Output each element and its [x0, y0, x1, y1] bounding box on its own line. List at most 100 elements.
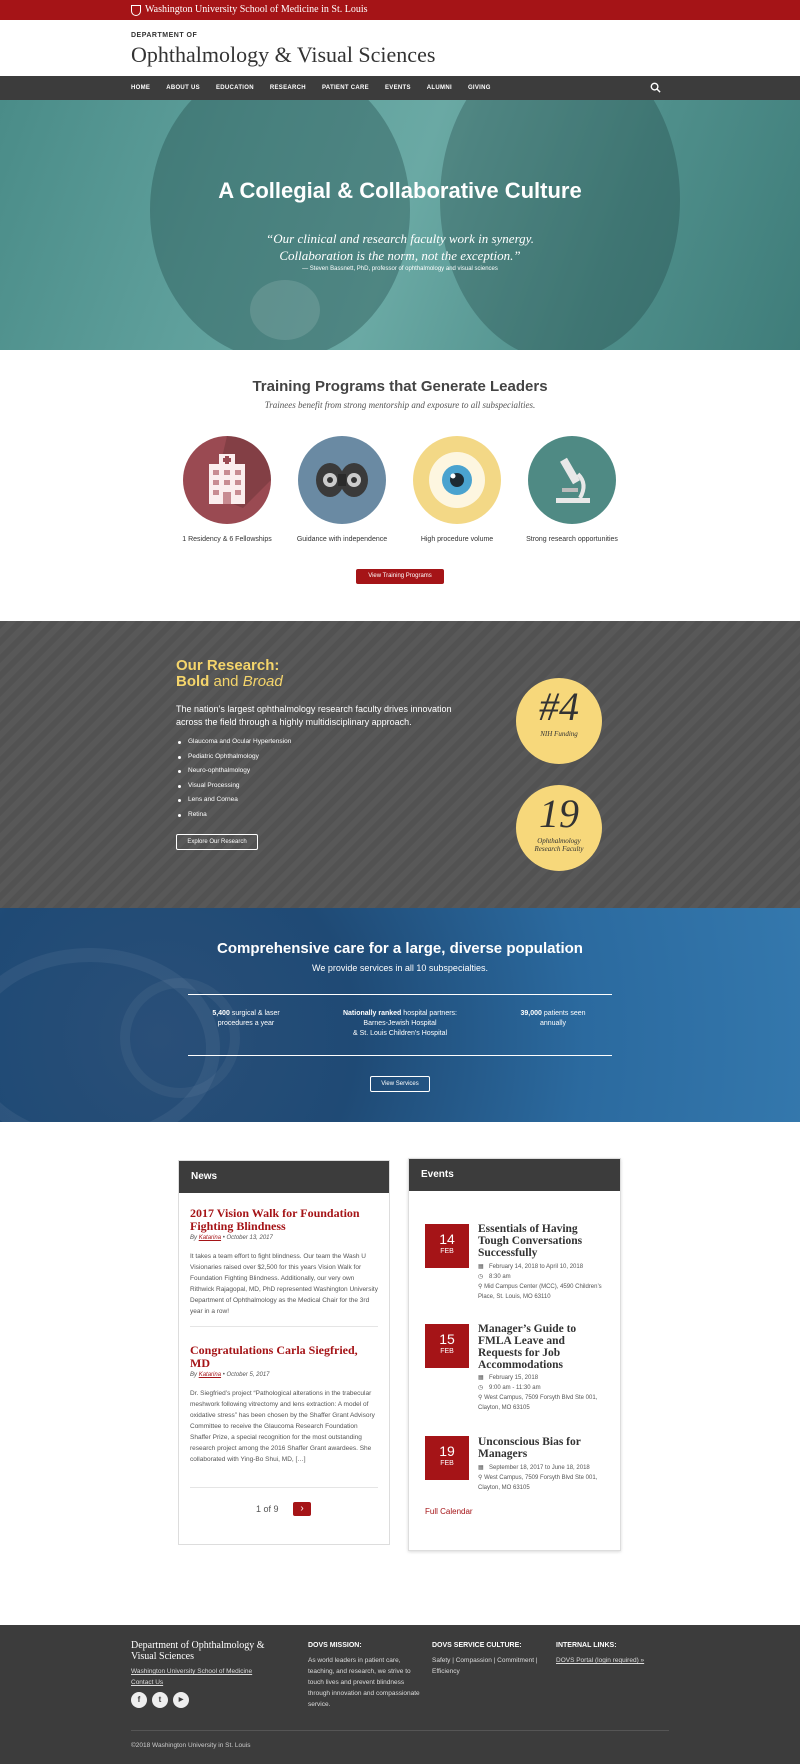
news-post-excerpt: Dr. Siegfried’s project “Pathological al… [190, 1390, 375, 1463]
event-time: 9:00 am - 11:30 am [489, 1385, 541, 1391]
nav-item-alumni[interactable]: ALUMNI [427, 85, 452, 91]
search-icon[interactable] [650, 82, 661, 93]
stat-value: #4 [539, 684, 579, 729]
nav-item-research[interactable]: RESEARCH [270, 85, 306, 91]
school-of-medicine-link[interactable]: Washington University School of Medicine [131, 1668, 252, 1675]
event-location: West Campus, 7509 Forsyth Blvd Ste 001, … [478, 1475, 598, 1491]
site-title[interactable]: Ophthalmology & Visual Sciences [131, 42, 800, 68]
research-section: Our Research: Bold and Broad The nation’… [0, 621, 800, 908]
footer-title: Department of Ophthalmology & Visual Sci… [131, 1640, 265, 1662]
location-icon: ⚲ [478, 1284, 483, 1290]
service-culture-text: Safety | Compassion | Commitment | Effic… [432, 1657, 538, 1675]
footer-title-line: Department of Ophthalmology & [131, 1640, 265, 1651]
research-lead: The nation’s largest ophthalmology resea… [176, 704, 452, 727]
hero-quote-line: “Our clinical and research faculty work … [266, 231, 534, 246]
twitter-icon[interactable]: t [152, 1692, 168, 1708]
list-item: Neuro-ophthalmology [176, 764, 291, 779]
stat-caption: NIH Funding [540, 730, 578, 738]
view-services-button[interactable]: View Services [370, 1076, 430, 1092]
event-date-badge: 19 FEB [425, 1436, 469, 1480]
author-link[interactable]: Katarina [199, 1235, 221, 1241]
service-culture-heading: DOVS SERVICE CULTURE: [432, 1642, 522, 1649]
hero-quote: “Our clinical and research faculty work … [0, 230, 800, 264]
care-stat-hospitals: Nationally ranked hospital partners: Bar… [330, 1009, 470, 1039]
news-post-title[interactable]: Congratulations Carla Siegfried, MD [190, 1344, 380, 1370]
stat-caption: procedures a year [217, 1020, 275, 1027]
stat-value: Nationally ranked [342, 1010, 402, 1017]
event-title[interactable]: Unconscious Bias for Managers [478, 1436, 608, 1460]
stat-value: 5,400 [212, 1010, 230, 1017]
news-post-title[interactable]: 2017 Vision Walk for Foundation Fighting… [190, 1207, 380, 1233]
nav-item-events[interactable]: EVENTS [385, 85, 411, 91]
view-training-programs-button[interactable]: View Training Programs [356, 569, 444, 584]
youtube-icon[interactable]: ▶ [173, 1692, 189, 1708]
patient-care-section: Comprehensive care for a large, diverse … [0, 908, 800, 1122]
university-crest-icon [131, 4, 141, 16]
stat-caption: surgical & laser [231, 1010, 280, 1017]
nav-item-education[interactable]: EDUCATION [216, 85, 254, 91]
events-heading: Events [409, 1159, 620, 1191]
divider [190, 1487, 378, 1488]
list-item: Pediatric Ophthalmology [176, 750, 291, 765]
stat-caption: & St. Louis Children’s Hospital [352, 1030, 448, 1037]
location-icon: ⚲ [478, 1395, 483, 1401]
divider [190, 1326, 378, 1327]
contact-us-link[interactable]: Contact Us [131, 1679, 163, 1686]
research-faculty-badge: 19 Ophthalmology Research Faculty [516, 785, 602, 871]
mission-text: As world leaders in patient care, teachi… [308, 1657, 420, 1708]
news-post-excerpt: It takes a team effort to fight blindnes… [190, 1253, 378, 1315]
calendar-icon: ▦ [478, 1465, 484, 1471]
nav-item-about-us[interactable]: ABOUT US [166, 85, 200, 91]
stat-caption: patients seen [543, 1010, 586, 1017]
event-month: FEB [440, 1248, 454, 1255]
copyright: ©2018 Washington University in St. Louis [131, 1742, 251, 1749]
facebook-icon[interactable]: f [131, 1692, 147, 1708]
binocular-icon [298, 436, 386, 524]
hero-quote-line: Collaboration is the norm, not the excep… [279, 248, 521, 263]
post-date: October 13, 2017 [226, 1235, 273, 1241]
care-stat-patients: 39,000 patients seen annually [503, 1009, 603, 1029]
internal-links-heading: INTERNAL LINKS: [556, 1642, 617, 1649]
stat-caption: Ophthalmology [537, 837, 581, 845]
site-footer: Department of Ophthalmology & Visual Sci… [0, 1625, 800, 1764]
event-dates: February 15, 2018 [489, 1375, 539, 1381]
author-link[interactable]: Katarina [199, 1372, 221, 1378]
news-post-meta: By Katarina • October 13, 2017 [190, 1235, 273, 1241]
training-section: Training Programs that Generate Leaders … [0, 350, 800, 621]
research-areas-list: Glaucoma and Ocular Hypertension Pediatr… [176, 735, 291, 822]
divider [131, 1730, 669, 1731]
event-title[interactable]: Essentials of Having Tough Conversations… [478, 1223, 608, 1259]
footer-title-line: Visual Sciences [131, 1651, 194, 1662]
list-item: Visual Processing [176, 779, 291, 794]
list-item: Retina [176, 808, 291, 823]
department-eyebrow: DEPARTMENT OF [131, 32, 198, 39]
next-page-button[interactable]: › [293, 1502, 311, 1516]
event-month: FEB [440, 1348, 454, 1355]
hero-quote-cite: — Steven Bassnett, PhD, professor of oph… [302, 266, 498, 272]
stat-caption: annually [539, 1020, 567, 1027]
nav-item-giving[interactable]: GIVING [468, 85, 491, 91]
event-location: West Campus, 7509 Forsyth Blvd Ste 001, … [478, 1395, 598, 1411]
post-date: October 5, 2017 [226, 1372, 270, 1378]
event-day: 15 [439, 1331, 455, 1347]
nav-item-home[interactable]: HOME [131, 85, 150, 91]
university-bar: Washington University School of Medicine… [0, 0, 800, 20]
research-heading-and: and [213, 673, 239, 690]
byline-label: By [190, 1372, 198, 1378]
care-stat-procedures: 5,400 surgical & laser procedures a year [196, 1009, 296, 1029]
dovs-portal-link[interactable]: DOVS Portal (login required) » [556, 1655, 644, 1666]
byline-label: By [190, 1235, 198, 1241]
stat-caption: Research Faculty [534, 845, 584, 853]
main-nav: HOME ABOUT US EDUCATION RESEARCH PATIENT… [0, 76, 800, 100]
event-date-badge: 14 FEB [425, 1224, 469, 1268]
research-heading-bold: Bold [176, 673, 210, 690]
full-calendar-link[interactable]: Full Calendar [425, 1507, 473, 1516]
event-title[interactable]: Manager’s Guide to FMLA Leave and Reques… [478, 1323, 608, 1371]
university-name[interactable]: Washington University School of Medicine… [145, 0, 368, 20]
event-info: ▦ February 15, 2018 ◷ 9:00 am - 11:30 am ⚲… [478, 1373, 618, 1413]
hospital-icon [183, 436, 271, 524]
care-title: Comprehensive care for a large, diverse … [217, 940, 583, 957]
explore-research-button[interactable]: Explore Our Research [176, 834, 258, 850]
calendar-icon: ▦ [478, 1264, 484, 1270]
nav-item-patient-care[interactable]: PATIENT CARE [322, 85, 369, 91]
